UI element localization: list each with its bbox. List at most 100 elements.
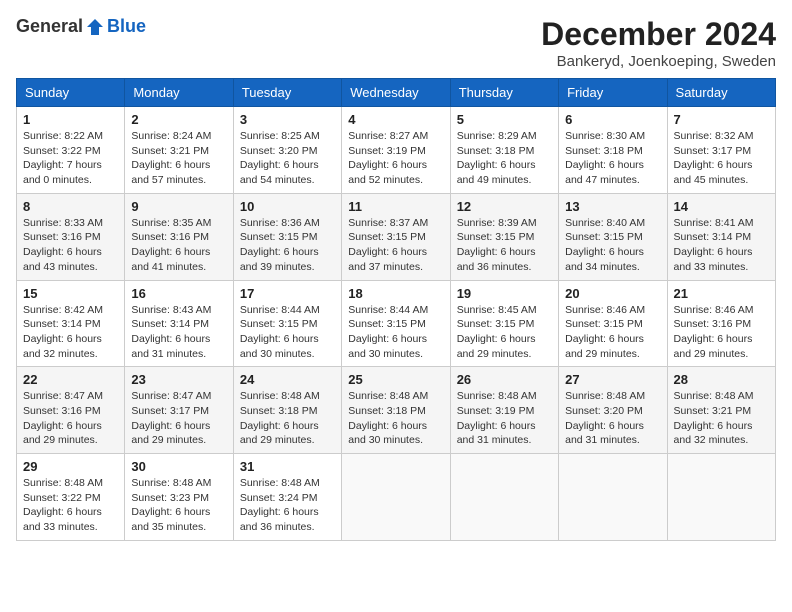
calendar-cell: 12 Sunrise: 8:39 AMSunset: 3:15 PMDayligh… — [450, 193, 558, 280]
day-number: 4 — [348, 112, 443, 127]
calendar-header-row: SundayMondayTuesdayWednesdayThursdayFrid… — [17, 79, 776, 107]
day-info: Sunrise: 8:32 AMSunset: 3:17 PMDaylight:… — [674, 129, 769, 188]
day-info: Sunrise: 8:36 AMSunset: 3:15 PMDaylight:… — [240, 216, 335, 275]
calendar-cell: 19 Sunrise: 8:45 AMSunset: 3:15 PMDayligh… — [450, 280, 558, 367]
calendar-cell: 8 Sunrise: 8:33 AMSunset: 3:16 PMDaylight… — [17, 193, 125, 280]
day-info: Sunrise: 8:48 AMSunset: 3:19 PMDaylight:… — [457, 389, 552, 448]
calendar-cell: 21 Sunrise: 8:46 AMSunset: 3:16 PMDayligh… — [667, 280, 775, 367]
day-number: 21 — [674, 286, 769, 301]
day-number: 30 — [131, 459, 226, 474]
calendar-cell: 20 Sunrise: 8:46 AMSunset: 3:15 PMDayligh… — [559, 280, 667, 367]
day-number: 23 — [131, 372, 226, 387]
day-info: Sunrise: 8:45 AMSunset: 3:15 PMDaylight:… — [457, 303, 552, 362]
day-number: 1 — [23, 112, 118, 127]
day-number: 9 — [131, 199, 226, 214]
day-number: 19 — [457, 286, 552, 301]
day-number: 8 — [23, 199, 118, 214]
calendar-body: 1 Sunrise: 8:22 AMSunset: 3:22 PMDaylight… — [17, 107, 776, 541]
day-info: Sunrise: 8:39 AMSunset: 3:15 PMDaylight:… — [457, 216, 552, 275]
calendar-cell: 9Sunrise: 8:35 AMSunset: 3:16 PMDaylight… — [125, 193, 233, 280]
day-info: Sunrise: 8:27 AMSunset: 3:19 PMDaylight:… — [348, 129, 443, 188]
day-number: 18 — [348, 286, 443, 301]
day-info: Sunrise: 8:46 AMSunset: 3:15 PMDaylight:… — [565, 303, 660, 362]
day-info: Sunrise: 8:30 AMSunset: 3:18 PMDaylight:… — [565, 129, 660, 188]
calendar-cell: 29 Sunrise: 8:48 AMSunset: 3:22 PMDayligh… — [17, 454, 125, 541]
day-info: Sunrise: 8:25 AMSunset: 3:20 PMDaylight:… — [240, 129, 335, 188]
weekday-header-saturday: Saturday — [667, 79, 775, 107]
logo: General Blue — [16, 16, 146, 37]
day-info: Sunrise: 8:47 AMSunset: 3:16 PMDaylight:… — [23, 389, 118, 448]
calendar-cell — [450, 454, 558, 541]
day-number: 17 — [240, 286, 335, 301]
day-number: 2 — [131, 112, 226, 127]
day-info: Sunrise: 8:24 AMSunset: 3:21 PMDaylight:… — [131, 129, 226, 188]
calendar-week-2: 8 Sunrise: 8:33 AMSunset: 3:16 PMDaylight… — [17, 193, 776, 280]
day-info: Sunrise: 8:46 AMSunset: 3:16 PMDaylight:… — [674, 303, 769, 362]
calendar-cell: 23Sunrise: 8:47 AMSunset: 3:17 PMDayligh… — [125, 367, 233, 454]
weekday-header-monday: Monday — [125, 79, 233, 107]
calendar-cell: 15Sunrise: 8:42 AMSunset: 3:14 PMDayligh… — [17, 280, 125, 367]
day-number: 22 — [23, 372, 118, 387]
calendar-table: SundayMondayTuesdayWednesdayThursdayFrid… — [16, 78, 776, 541]
calendar-cell — [342, 454, 450, 541]
day-number: 5 — [457, 112, 552, 127]
calendar-week-5: 29 Sunrise: 8:48 AMSunset: 3:22 PMDayligh… — [17, 454, 776, 541]
calendar-cell: 4 Sunrise: 8:27 AMSunset: 3:19 PMDaylight… — [342, 107, 450, 194]
day-number: 26 — [457, 372, 552, 387]
weekday-header-friday: Friday — [559, 79, 667, 107]
day-info: Sunrise: 8:48 AMSunset: 3:21 PMDaylight:… — [674, 389, 769, 448]
calendar-cell: 3 Sunrise: 8:25 AMSunset: 3:20 PMDaylight… — [233, 107, 341, 194]
weekday-header-sunday: Sunday — [17, 79, 125, 107]
logo-blue: Blue — [107, 16, 146, 37]
day-number: 29 — [23, 459, 118, 474]
calendar-cell: 11Sunrise: 8:37 AMSunset: 3:15 PMDayligh… — [342, 193, 450, 280]
day-number: 27 — [565, 372, 660, 387]
day-info: Sunrise: 8:48 AMSunset: 3:22 PMDaylight:… — [23, 476, 118, 535]
day-info: Sunrise: 8:22 AMSunset: 3:22 PMDaylight:… — [23, 129, 118, 188]
day-info: Sunrise: 8:41 AMSunset: 3:14 PMDaylight:… — [674, 216, 769, 275]
title-area: December 2024 Bankeryd, Joenkoeping, Swe… — [541, 16, 776, 70]
calendar-cell: 22 Sunrise: 8:47 AMSunset: 3:16 PMDayligh… — [17, 367, 125, 454]
calendar-cell: 10 Sunrise: 8:36 AMSunset: 3:15 PMDayligh… — [233, 193, 341, 280]
calendar-cell: 5Sunrise: 8:29 AMSunset: 3:18 PMDaylight… — [450, 107, 558, 194]
calendar-week-4: 22 Sunrise: 8:47 AMSunset: 3:16 PMDayligh… — [17, 367, 776, 454]
day-info: Sunrise: 8:42 AMSunset: 3:14 PMDaylight:… — [23, 303, 118, 362]
day-info: Sunrise: 8:44 AMSunset: 3:15 PMDaylight:… — [240, 303, 335, 362]
calendar-cell: 14 Sunrise: 8:41 AMSunset: 3:14 PMDayligh… — [667, 193, 775, 280]
day-info: Sunrise: 8:48 AMSunset: 3:18 PMDaylight:… — [348, 389, 443, 448]
logo-icon — [85, 17, 105, 37]
day-info: Sunrise: 8:48 AMSunset: 3:20 PMDaylight:… — [565, 389, 660, 448]
calendar-cell: 13Sunrise: 8:40 AMSunset: 3:15 PMDayligh… — [559, 193, 667, 280]
day-number: 12 — [457, 199, 552, 214]
day-number: 14 — [674, 199, 769, 214]
calendar-cell: 31 Sunrise: 8:48 AMSunset: 3:24 PMDayligh… — [233, 454, 341, 541]
day-number: 20 — [565, 286, 660, 301]
weekday-header-thursday: Thursday — [450, 79, 558, 107]
calendar-cell — [667, 454, 775, 541]
day-number: 16 — [131, 286, 226, 301]
calendar-week-1: 1 Sunrise: 8:22 AMSunset: 3:22 PMDaylight… — [17, 107, 776, 194]
logo-general: General — [16, 16, 83, 37]
day-number: 13 — [565, 199, 660, 214]
calendar-cell: 28Sunrise: 8:48 AMSunset: 3:21 PMDayligh… — [667, 367, 775, 454]
weekday-header-wednesday: Wednesday — [342, 79, 450, 107]
calendar-cell: 27 Sunrise: 8:48 AMSunset: 3:20 PMDayligh… — [559, 367, 667, 454]
calendar-cell: 30Sunrise: 8:48 AMSunset: 3:23 PMDayligh… — [125, 454, 233, 541]
month-title: December 2024 — [541, 16, 776, 53]
day-info: Sunrise: 8:44 AMSunset: 3:15 PMDaylight:… — [348, 303, 443, 362]
day-number: 6 — [565, 112, 660, 127]
day-info: Sunrise: 8:48 AMSunset: 3:24 PMDaylight:… — [240, 476, 335, 535]
calendar-cell: 17 Sunrise: 8:44 AMSunset: 3:15 PMDayligh… — [233, 280, 341, 367]
day-number: 11 — [348, 199, 443, 214]
day-info: Sunrise: 8:33 AMSunset: 3:16 PMDaylight:… — [23, 216, 118, 275]
calendar-week-3: 15Sunrise: 8:42 AMSunset: 3:14 PMDayligh… — [17, 280, 776, 367]
day-number: 25 — [348, 372, 443, 387]
location: Bankeryd, Joenkoeping, Sweden — [541, 53, 776, 70]
day-number: 3 — [240, 112, 335, 127]
day-number: 31 — [240, 459, 335, 474]
day-info: Sunrise: 8:48 AMSunset: 3:18 PMDaylight:… — [240, 389, 335, 448]
day-info: Sunrise: 8:43 AMSunset: 3:14 PMDaylight:… — [131, 303, 226, 362]
day-number: 10 — [240, 199, 335, 214]
day-number: 7 — [674, 112, 769, 127]
calendar-cell: 7 Sunrise: 8:32 AMSunset: 3:17 PMDaylight… — [667, 107, 775, 194]
